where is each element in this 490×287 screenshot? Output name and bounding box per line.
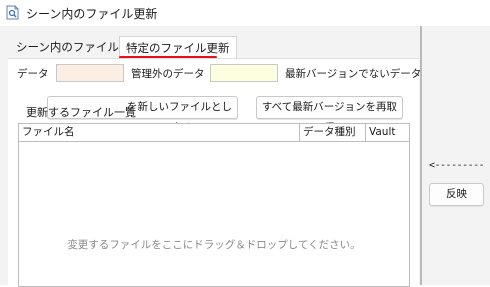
- file-list[interactable]: ファイル名 データ種別 Vault 変更するファイルをここにドラッグ＆ドロップし…: [18, 123, 410, 287]
- file-list-title: 更新するファイル一覧: [26, 106, 136, 119]
- column-vault[interactable]: Vault: [365, 124, 409, 141]
- reacquire-latest-button[interactable]: すべて最新バージョンを再取得: [256, 96, 403, 134]
- arrow-indicator: <---------: [429, 160, 485, 171]
- legend-data-swatch: [56, 64, 124, 82]
- legend-data-label: データ: [17, 68, 49, 80]
- window-title: シーン内のファイル更新: [26, 7, 158, 21]
- column-file-name[interactable]: ファイル名: [19, 124, 299, 141]
- drop-placeholder: 変更するファイルをここにドラッグ＆ドロップしてください。: [67, 239, 361, 251]
- title-bar: シーン内のファイル更新: [0, 0, 490, 26]
- legend-unmanaged-swatch: [210, 64, 278, 82]
- file-search-icon: [6, 5, 19, 20]
- legend-unmanaged-label: 管理外のデータ: [131, 68, 205, 80]
- legend-outdated-label: 最新バージョンでないデータ: [285, 68, 422, 80]
- right-pane: [422, 26, 490, 285]
- file-list-header: ファイル名 データ種別 Vault: [19, 124, 409, 142]
- column-data-type[interactable]: データ種別: [299, 124, 365, 141]
- apply-button[interactable]: 反映: [429, 183, 484, 206]
- tab-specific-files[interactable]: 特定のファイル更新: [119, 36, 237, 58]
